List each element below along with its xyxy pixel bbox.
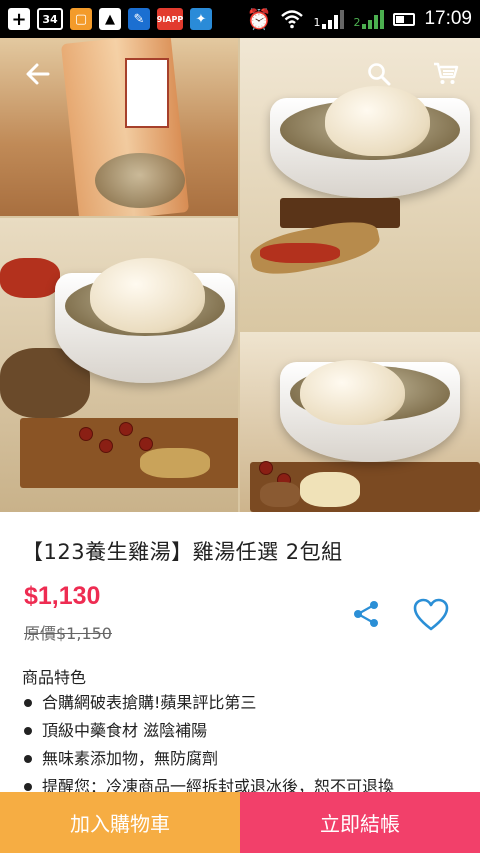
product-photo-herbs [0,218,238,512]
product-info: 【123養生雞湯】雞湯任選 2包組 $1,130 原價$1,150 商品特色 合… [0,512,480,796]
cart-icon [434,62,459,84]
search-button[interactable] [359,54,399,94]
clock-time: 17:09 [424,8,472,29]
share-button[interactable] [350,598,382,630]
back-button[interactable] [18,54,58,94]
app-notification-icon: 9IAPP [157,8,183,30]
features-heading: 商品特色 [22,668,87,687]
cleaner-notification-icon: ✦ [190,8,212,30]
bullet-icon [24,783,32,791]
share-icon [354,601,378,627]
wifi-icon [281,10,304,29]
original-price: 原價$1,150 [24,624,112,643]
signal-sim2-icon: 2 [353,9,385,29]
product-price: $1,130 [24,582,101,610]
product-title: 【123養生雞湯】雞湯任選 2包組 [22,540,343,564]
notification-count-icon: 34 [37,8,63,30]
product-image[interactable] [0,38,480,512]
wrench-notification-icon: ✎ [128,8,150,30]
list-item: 合購網破表搶購!蘋果評比第三 [22,689,472,717]
arrow-left-icon [26,63,50,85]
list-item: 無味素添加物，無防腐劑 [22,745,472,773]
image-notification-icon: ▲ [99,8,121,30]
bullet-icon [24,755,32,763]
features-list: 合購網破表搶購!蘋果評比第三 頂級中藥食材 滋陰補陽 無味素添加物，無防腐劑 提… [22,689,472,801]
bullet-icon [24,699,32,707]
alarm-icon: ⏰ [246,7,272,31]
list-item: 頂級中藥食材 滋陰補陽 [22,717,472,745]
bottom-action-bar: 加入購物車 立即結帳 [0,792,480,853]
buy-now-button[interactable]: 立即結帳 [240,792,480,853]
add-to-cart-button[interactable]: 加入購物車 [0,792,240,853]
search-icon [368,63,391,86]
signal-sim1-icon: 1 [313,9,345,29]
chat-notification-icon: ▢ [70,8,92,30]
favorite-button[interactable] [413,598,449,632]
cart-button[interactable] [426,54,466,94]
notification-icons: + 34 ▢ ▲ ✎ 9IAPP ✦ [8,8,212,30]
status-bar: + 34 ▢ ▲ ✎ 9IAPP ✦ ⏰ 1 2 17:09 [0,0,480,38]
battery-icon [393,12,416,26]
plus-notification-icon: + [8,8,30,30]
heart-icon [413,598,449,631]
product-photo-soup [240,332,480,512]
bullet-icon [24,727,32,735]
system-indicators: ⏰ 1 2 17:09 [247,8,472,30]
